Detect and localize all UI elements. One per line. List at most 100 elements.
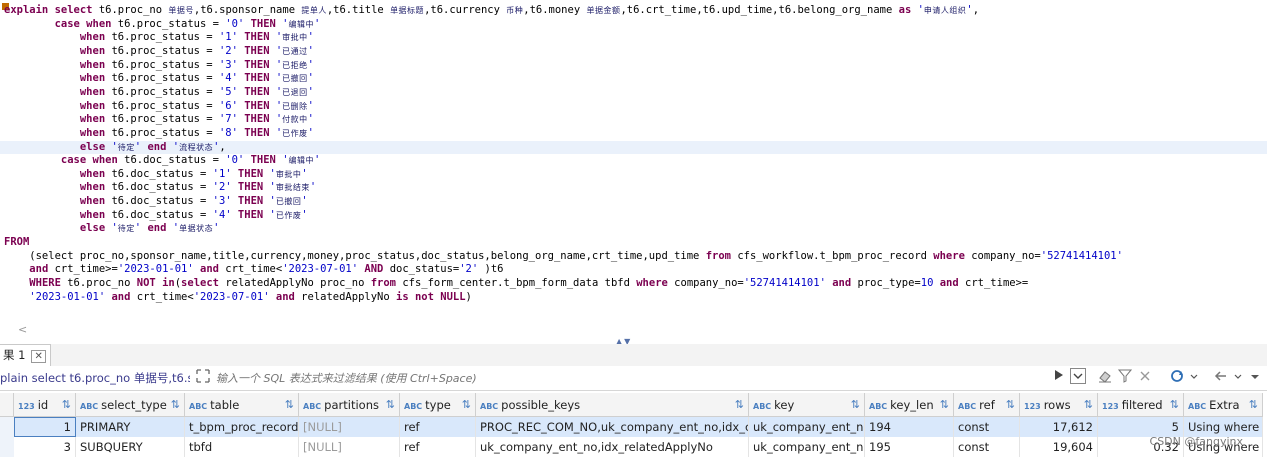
table-cell[interactable]: PROC_REC_COM_NO,uk_company_ent_no,idx_cr… [476, 417, 749, 437]
row-selector[interactable] [0, 417, 15, 437]
column-header-filtered[interactable]: 123 filtered ⇅ [1098, 393, 1184, 417]
row-selector[interactable] [0, 437, 15, 457]
back-dropdown-icon[interactable] [1234, 369, 1242, 386]
column-header-table[interactable]: ABC table ⇅ [185, 393, 299, 417]
sql-text: t6.doc_status = [111, 167, 213, 180]
result-grid[interactable]: 123 id ⇅ ABC select_type ⇅ ABC table ⇅ ABC partiti… [0, 391, 1267, 457]
column-header-extra[interactable]: ABC Extra ⇅ [1184, 393, 1263, 417]
sql-line[interactable]: else '待定' end '单据状态' [4, 222, 220, 236]
table-cell[interactable]: const [954, 417, 1020, 437]
column-header-rows[interactable]: 123 rows ⇅ [1020, 393, 1098, 417]
sql-line[interactable]: and crt_time>='2023-01-01' and crt_time<… [4, 263, 503, 277]
sql-alias: 流程状态 [179, 142, 214, 152]
sql-text: (select proc_no,sponsor_name,title,curre… [4, 249, 706, 262]
sort-filter-icon[interactable]: ⇅ [1170, 393, 1179, 416]
clear-filter-x-icon[interactable] [1138, 369, 1152, 386]
table-cell[interactable]: 3 [14, 437, 76, 457]
sort-filter-icon[interactable]: ⇅ [462, 393, 471, 416]
table-cell[interactable]: ref [400, 437, 476, 457]
sql-line[interactable]: when t6.proc_status = '8' THEN '已作废' [4, 127, 314, 141]
filter-settings-icon[interactable] [1117, 369, 1133, 386]
table-cell[interactable]: tbfd [185, 437, 299, 457]
view-menu-icon[interactable] [1250, 369, 1260, 386]
sort-filter-icon[interactable]: ⇅ [1249, 393, 1258, 416]
expand-filter-icon[interactable] [196, 369, 210, 383]
column-header-key[interactable]: ABC key ⇅ [749, 393, 865, 417]
sql-line[interactable]: when t6.doc_status = '2' THEN '审批结束' [4, 181, 316, 195]
sql-line[interactable]: explain select t6.proc_no 单据号,t6.sponsor… [4, 4, 979, 18]
sql-text: t6.proc_status = [111, 85, 219, 98]
sort-filter-icon[interactable]: ⇅ [851, 393, 860, 416]
sql-line[interactable]: case when t6.doc_status = '0' THEN '编辑中' [4, 154, 320, 168]
table-cell[interactable]: Using where [1184, 417, 1263, 437]
sql-line[interactable]: WHERE t6.proc_no NOT in(select relatedAp… [4, 277, 1028, 291]
tab-result-1[interactable]: 果 1 ✕ [0, 344, 51, 366]
sql-line[interactable]: when t6.proc_status = '7' THEN '付款中' [4, 113, 314, 127]
table-cell[interactable]: [NULL] [299, 417, 400, 437]
column-header-partitions[interactable]: ABC partitions ⇅ [299, 393, 400, 417]
sql-keyword: THEN [244, 99, 276, 112]
sql-line[interactable]: when t6.proc_status = '5' THEN '已退回' [4, 86, 314, 100]
sql-line[interactable]: when t6.doc_status = '1' THEN '审批中' [4, 168, 308, 182]
sql-text: ,t6.money [523, 4, 587, 16]
column-header-key-len[interactable]: ABC key_len ⇅ [865, 393, 954, 417]
sort-filter-icon[interactable]: ⇅ [386, 393, 395, 416]
table-cell[interactable]: [NULL] [299, 437, 400, 457]
table-cell[interactable]: 1 [14, 417, 76, 437]
sql-line[interactable]: when t6.proc_status = '1' THEN '审批中' [4, 31, 314, 45]
editor-horizontal-scrollbar[interactable]: < [0, 322, 1267, 338]
table-cell[interactable]: const [954, 437, 1020, 457]
sql-editor[interactable]: explain select t6.proc_no 单据号,t6.sponsor… [0, 0, 1267, 338]
back-icon[interactable] [1214, 369, 1228, 386]
refresh-dropdown-icon[interactable] [1190, 369, 1198, 386]
sql-line[interactable]: when t6.proc_status = '4' THEN '已撤回' [4, 72, 314, 86]
clear-filter-icon[interactable] [1098, 369, 1112, 386]
column-header-ref[interactable]: ABC ref ⇅ [954, 393, 1020, 417]
column-header-type[interactable]: ABC type ⇅ [400, 393, 476, 417]
table-cell[interactable]: 19,604 [1020, 437, 1098, 457]
table-cell[interactable]: PRIMARY [76, 417, 185, 437]
table-cell[interactable]: uk_company_ent_no [749, 417, 865, 437]
scroll-left-icon[interactable]: < [18, 323, 27, 336]
filter-history-dropdown-icon[interactable] [1070, 368, 1086, 387]
sql-line[interactable]: else '待定' end '流程状态', [0, 140, 1267, 155]
column-header-possible-keys[interactable]: ABC possible_keys ⇅ [476, 393, 749, 417]
table-cell[interactable]: uk_company_ent_no,idx_relatedApplyNo [476, 437, 749, 457]
column-header-select-type[interactable]: ABC select_type ⇅ [76, 393, 185, 417]
sql-line[interactable]: when t6.doc_status = '3' THEN '已撤回' [4, 195, 308, 209]
filter-input[interactable] [214, 368, 1048, 388]
table-cell[interactable]: 194 [865, 417, 954, 437]
sort-filter-icon[interactable]: ⇅ [171, 393, 180, 416]
sort-filter-icon[interactable]: ⇅ [285, 393, 294, 416]
sql-line[interactable]: '2023-01-01' and crt_time<'2023-07-01' a… [4, 291, 472, 305]
table-cell[interactable]: t_bpm_proc_record [185, 417, 299, 437]
table-cell[interactable]: 195 [865, 437, 954, 457]
table-cell[interactable]: SUBQUERY [76, 437, 185, 457]
sql-line[interactable]: when t6.proc_status = '6' THEN '已删除' [4, 100, 314, 114]
sql-line[interactable]: when t6.doc_status = '4' THEN '已作废' [4, 209, 308, 223]
sort-filter-icon[interactable]: ⇅ [1006, 393, 1015, 416]
sort-filter-icon[interactable]: ⇅ [62, 393, 71, 416]
sql-line[interactable]: when t6.proc_status = '2' THEN '已通过' [4, 45, 314, 59]
table-cell[interactable]: 5 [1098, 417, 1184, 437]
sql-line[interactable]: case when t6.proc_status = '0' THEN '编辑中… [4, 18, 321, 32]
apply-filter-icon[interactable] [1054, 369, 1064, 384]
sql-text: t6.proc_status = [111, 44, 219, 57]
sql-line[interactable]: (select proc_no,sponsor_name,title,curre… [4, 250, 1123, 264]
sort-filter-icon[interactable]: ⇅ [1084, 393, 1093, 416]
sort-filter-icon[interactable]: ⇅ [940, 393, 949, 416]
table-cell[interactable]: uk_company_ent_no [749, 437, 865, 457]
sql-line[interactable]: FROM [4, 236, 29, 250]
table-cell[interactable]: ref [400, 417, 476, 437]
close-icon[interactable]: ✕ [31, 350, 46, 363]
sort-filter-icon[interactable]: ⇅ [735, 393, 744, 416]
sql-line[interactable]: when t6.proc_status = '3' THEN '已拒绝' [4, 59, 314, 73]
refresh-icon[interactable] [1170, 369, 1186, 386]
column-header-id[interactable]: 123 id ⇅ [14, 393, 76, 417]
sql-alias: 待定 [117, 142, 135, 152]
sql-alias: 审批中 [275, 169, 302, 179]
table-cell[interactable]: 17,612 [1020, 417, 1098, 437]
sql-text: t6.proc_status = [111, 58, 219, 71]
